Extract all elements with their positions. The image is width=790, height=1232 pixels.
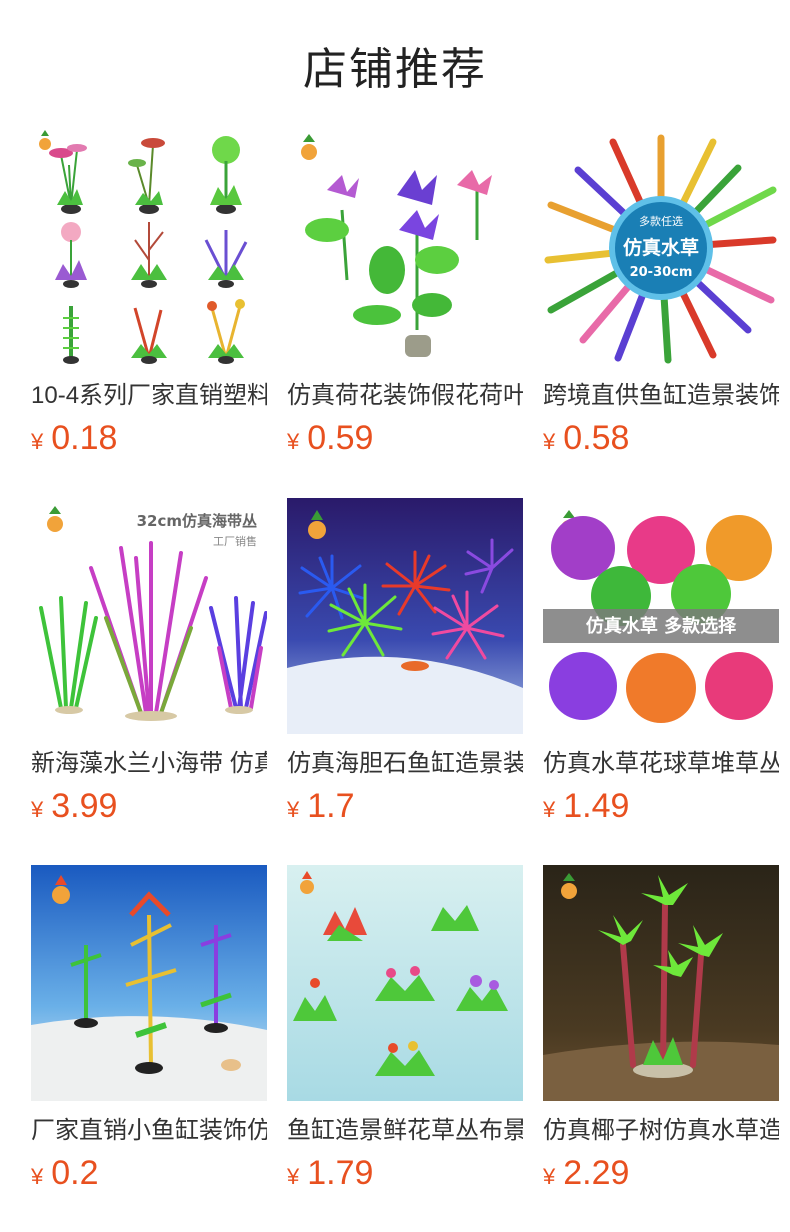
price-value: 0.18 xyxy=(51,419,118,457)
product-card[interactable]: 多款任选 仿真水草 20-30cm 跨境直供鱼缸造景装饰仿真水草 ¥0.58 xyxy=(543,130,779,458)
product-price: ¥1.7 xyxy=(287,786,523,826)
product-photo-radial-grass: 多款任选 仿真水草 20-30cm xyxy=(543,130,779,366)
currency-symbol: ¥ xyxy=(543,1164,556,1189)
product-price: ¥1.49 xyxy=(543,786,779,826)
price-value: 1.49 xyxy=(563,787,630,825)
product-photo-multi-plants xyxy=(31,130,267,366)
product-title[interactable]: 仿真水草花球草堆草丛 xyxy=(543,748,779,780)
price-value: 2.29 xyxy=(563,1154,630,1192)
product-image[interactable] xyxy=(543,865,779,1101)
product-price: ¥1.79 xyxy=(287,1153,523,1193)
product-image[interactable] xyxy=(287,865,523,1101)
page-title: 店铺推荐 xyxy=(303,45,487,94)
product-card[interactable]: 仿真椰子树仿真水草造景 ¥2.29 xyxy=(543,865,779,1193)
product-image[interactable]: 多款任选 仿真水草 20-30cm xyxy=(543,130,779,366)
currency-symbol: ¥ xyxy=(31,797,44,822)
product-title[interactable]: 10-4系列厂家直销塑料仿真水草 xyxy=(31,380,267,412)
price-value: 3.99 xyxy=(51,787,118,825)
product-title[interactable]: 厂家直销小鱼缸装饰仿真水草 xyxy=(31,1115,267,1147)
product-card[interactable]: 10-4系列厂家直销塑料仿真水草 ¥0.18 xyxy=(31,130,267,458)
product-title[interactable]: 仿真荷花装饰假花荷叶鱼缸造景 xyxy=(287,380,523,412)
product-price: ¥0.2 xyxy=(31,1153,267,1193)
product-price: ¥3.99 xyxy=(31,786,267,826)
product-image[interactable] xyxy=(287,130,523,366)
product-photo-seaweed: 32cm仿真海带丛 工厂销售 xyxy=(31,498,267,734)
shop-recommend-header: 店铺推荐 xyxy=(0,0,790,130)
overlay-title: 32cm仿真海带丛 xyxy=(137,512,257,530)
product-photo-palm-tree xyxy=(543,865,779,1101)
product-title[interactable]: 新海藻水兰小海带 仿真水草 xyxy=(31,748,267,780)
product-card[interactable]: 32cm仿真海带丛 工厂销售 新海藻水兰小海带 仿真水草 ¥3.99 xyxy=(31,498,267,826)
product-image[interactable]: 32cm仿真海带丛 工厂销售 xyxy=(31,498,267,734)
product-photo-lotus xyxy=(287,130,523,366)
product-image[interactable] xyxy=(287,498,523,734)
product-price: ¥0.58 xyxy=(543,418,779,458)
badge-line3: 20-30cm xyxy=(630,265,693,280)
price-value: 0.59 xyxy=(307,419,374,457)
price-value: 1.79 xyxy=(307,1154,374,1192)
product-card[interactable]: 厂家直销小鱼缸装饰仿真水草 ¥0.2 xyxy=(31,865,267,1193)
product-price: ¥0.59 xyxy=(287,418,523,458)
product-photo-grass-balls: 仿真水草 多款选择 xyxy=(543,498,779,734)
overlay-banner: 仿真水草 多款选择 xyxy=(586,615,737,637)
product-photo-tank-plants xyxy=(31,865,267,1101)
product-title[interactable]: 仿真椰子树仿真水草造景 xyxy=(543,1115,779,1147)
currency-symbol: ¥ xyxy=(543,797,556,822)
price-value: 0.58 xyxy=(563,419,630,457)
badge-line1: 多款任选 xyxy=(639,214,683,228)
product-image[interactable] xyxy=(31,865,267,1101)
currency-symbol: ¥ xyxy=(543,429,556,454)
currency-symbol: ¥ xyxy=(31,429,44,454)
product-title[interactable]: 仿真海胆石鱼缸造景装饰 xyxy=(287,748,523,780)
product-photo-flower-clumps xyxy=(287,865,523,1101)
product-card[interactable]: 仿真水草 多款选择 仿真水草花球草堆草丛 ¥1.49 xyxy=(543,498,779,826)
currency-symbol: ¥ xyxy=(287,797,300,822)
currency-symbol: ¥ xyxy=(31,1164,44,1189)
product-title[interactable]: 跨境直供鱼缸造景装饰仿真水草 xyxy=(543,380,779,412)
product-card[interactable]: 鱼缸造景鲜花草丛布景装饰 ¥1.79 xyxy=(287,865,523,1193)
product-photo-sea-urchin xyxy=(287,498,523,734)
product-card[interactable]: 仿真海胆石鱼缸造景装饰 ¥1.7 xyxy=(287,498,523,826)
badge-line2: 仿真水草 xyxy=(623,236,699,259)
product-image[interactable]: 仿真水草 多款选择 xyxy=(543,498,779,734)
product-image[interactable] xyxy=(31,130,267,366)
currency-symbol: ¥ xyxy=(287,1164,300,1189)
product-title[interactable]: 鱼缸造景鲜花草丛布景装饰 xyxy=(287,1115,523,1147)
product-card[interactable]: 仿真荷花装饰假花荷叶鱼缸造景 ¥0.59 xyxy=(287,130,523,458)
product-price: ¥2.29 xyxy=(543,1153,779,1193)
currency-symbol: ¥ xyxy=(287,429,300,454)
overlay-subtitle: 工厂销售 xyxy=(213,534,257,548)
price-value: 1.7 xyxy=(307,787,355,825)
price-value: 0.2 xyxy=(51,1154,99,1192)
product-price: ¥0.18 xyxy=(31,418,267,458)
